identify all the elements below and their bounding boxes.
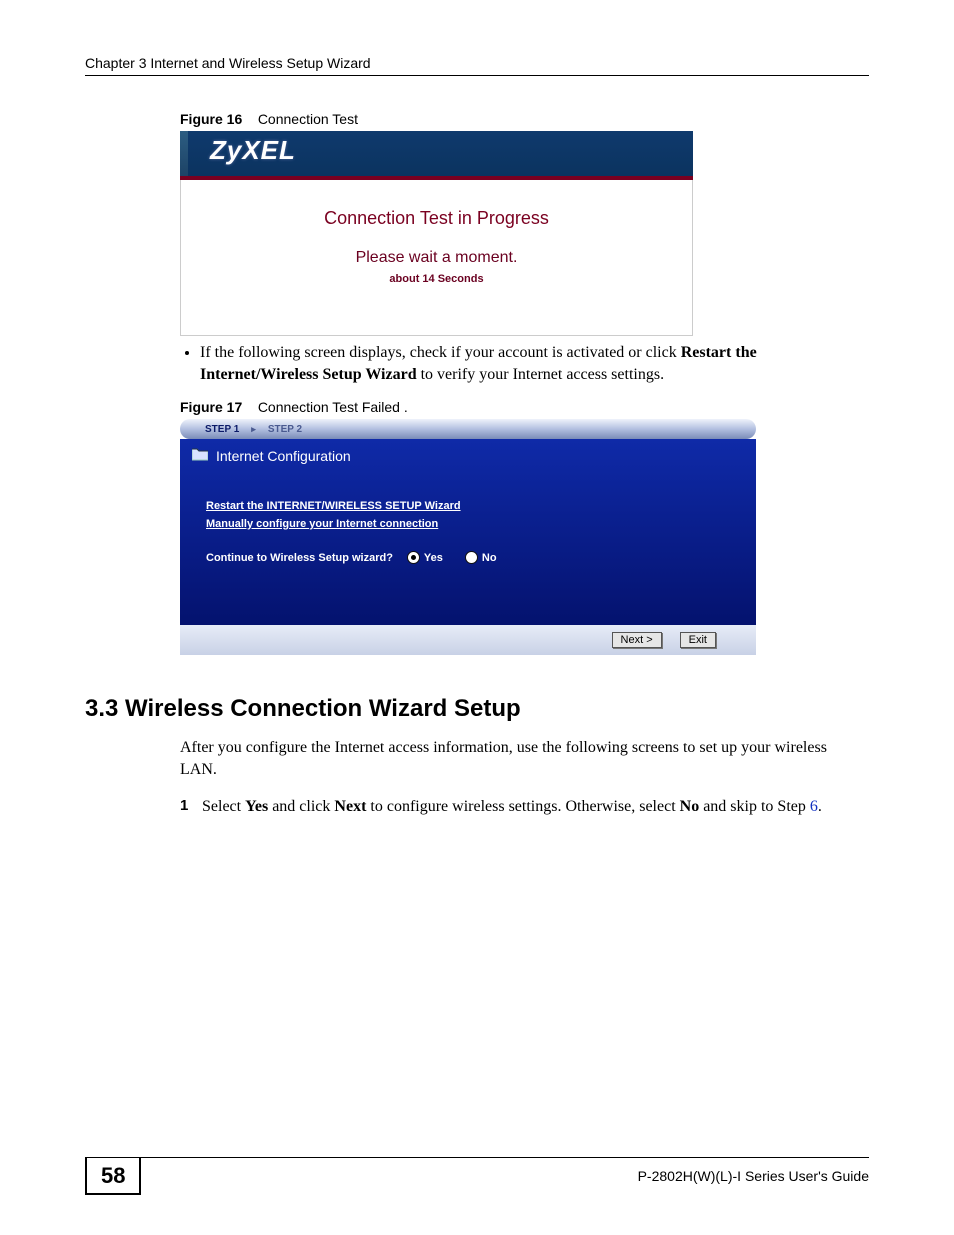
section-heading: 3.3 Wireless Connection Wizard Setup: [85, 695, 869, 723]
figure-16-header: ZyXEL: [180, 131, 693, 180]
figure-16-label: Figure 16: [180, 111, 242, 127]
exit-button[interactable]: Exit: [680, 632, 716, 648]
chapter-header: Chapter 3 Internet and Wireless Setup Wi…: [85, 55, 869, 76]
step-6-link[interactable]: 6: [810, 798, 818, 815]
step-item-1: 1 Select Yes and click Next to configure…: [180, 796, 849, 818]
radio-no-label: No: [482, 552, 497, 564]
radio-yes-label: Yes: [424, 552, 443, 564]
please-wait-text: Please wait a moment.: [180, 249, 693, 267]
step-text-mid2: to configure wireless settings. Otherwis…: [366, 798, 679, 815]
continue-label: Continue to Wireless Setup wizard?: [206, 552, 393, 564]
figure-16-title: Connection Test: [258, 111, 358, 127]
step-1: STEP 1: [205, 424, 239, 435]
figure-17: STEP 1 ▸ STEP 2 Internet Configuration R…: [180, 419, 756, 655]
figure-17-caption: Figure 17 Connection Test Failed .: [180, 399, 849, 415]
step-text-mid3: and skip to Step: [699, 798, 810, 815]
wizard-step-bar: STEP 1 ▸ STEP 2: [180, 419, 756, 439]
bullet-list: If the following screen displays, check …: [200, 342, 849, 385]
step-next-bold: Next: [334, 798, 366, 815]
figure-17-label: Figure 17: [180, 399, 242, 415]
section-intro: After you configure the Internet access …: [180, 737, 849, 780]
bullet-text-post: to verify your Internet access settings.: [417, 366, 664, 383]
figure-17-title: Connection Test Failed .: [258, 399, 408, 415]
continue-wireless-row: Continue to Wireless Setup wizard? Yes N…: [180, 533, 756, 564]
radio-no[interactable]: No: [465, 551, 497, 564]
step-2: STEP 2: [268, 424, 302, 435]
bullet-item: If the following screen displays, check …: [200, 342, 849, 385]
step-no-bold: No: [680, 798, 700, 815]
panel-title-text: Internet Configuration: [216, 448, 351, 464]
wizard-button-row: Next > Exit: [180, 625, 756, 655]
page-footer: 58 P-2802H(W)(L)-I Series User's Guide: [85, 1157, 869, 1195]
manual-configure-link[interactable]: Manually configure your Internet connect…: [206, 516, 738, 534]
guide-name: P-2802H(W)(L)-I Series User's Guide: [638, 1162, 869, 1184]
radio-yes[interactable]: Yes: [407, 551, 443, 564]
page-number: 58: [85, 1157, 141, 1195]
radio-dot-icon: [407, 551, 420, 564]
figure-16: ZyXEL Connection Test in Progress Please…: [180, 131, 693, 336]
step-text-mid1: and click: [268, 798, 334, 815]
next-button[interactable]: Next >: [612, 632, 662, 648]
panel-title: Internet Configuration: [180, 439, 756, 468]
connection-test-heading: Connection Test in Progress: [180, 208, 693, 229]
radio-dot-icon: [465, 551, 478, 564]
step-number: 1: [180, 796, 188, 816]
step-arrow-icon: ▸: [251, 424, 256, 435]
wizard-panel: Internet Configuration Restart the INTER…: [180, 439, 756, 625]
bullet-text-pre: If the following screen displays, check …: [200, 344, 681, 361]
zyxel-logo: ZyXEL: [210, 135, 296, 166]
step-yes-bold: Yes: [245, 798, 268, 815]
step-text-end: .: [818, 798, 822, 815]
restart-wizard-link[interactable]: Restart the INTERNET/WIRELESS SETUP Wiza…: [206, 498, 738, 516]
folder-icon: [192, 447, 208, 464]
seconds-text: about 14 Seconds: [180, 273, 693, 285]
figure-16-caption: Figure 16 Connection Test: [180, 111, 849, 127]
step-text-pre: Select: [202, 798, 245, 815]
